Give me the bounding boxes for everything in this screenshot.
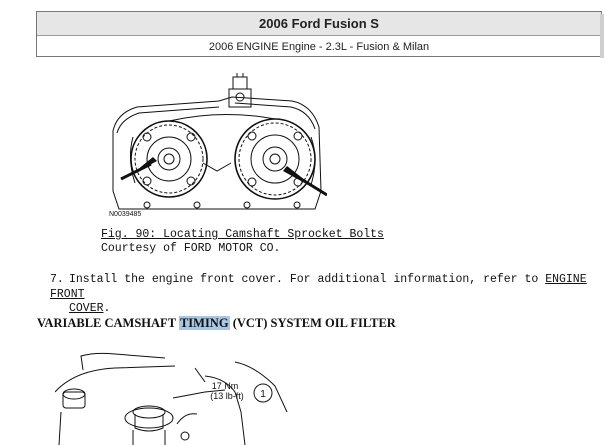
step-7: 7. Install the engine front cover. For ad… xyxy=(50,273,598,317)
section-heading: VARIABLE CAMSHAFT TIMING (VCT) SYSTEM OI… xyxy=(37,316,396,331)
step-text: Install the engine front cover. For addi… xyxy=(69,273,539,286)
torque-lbft: (13 lb-ft) xyxy=(210,391,244,401)
figure-caption: Fig. 90: Locating Camshaft Sprocket Bolt… xyxy=(101,228,384,256)
document-header: 2006 Ford Fusion S 2006 ENGINE Engine - … xyxy=(36,11,602,57)
figure-code: N0039485 xyxy=(109,211,141,218)
section-suffix: (VCT) SYSTEM OIL FILTER xyxy=(229,316,396,330)
search-highlight: TIMING xyxy=(178,316,230,330)
callout-number: 1 xyxy=(260,389,266,400)
step-number: 7. xyxy=(50,273,64,286)
section-prefix: VARIABLE CAMSHAFT xyxy=(37,316,179,330)
vct-oil-filter-illustration: 1 17 Nm (13 lb-ft) xyxy=(55,352,288,445)
figure-caption-title: Fig. 90: Locating Camshaft Sprocket Bolt… xyxy=(101,228,384,241)
header-shadow xyxy=(600,14,604,58)
camshaft-sprocket-illustration: N0039485 xyxy=(109,73,327,218)
step-end: . xyxy=(103,302,111,315)
document-subtitle: 2006 ENGINE Engine - 2.3L - Fusion & Mil… xyxy=(208,41,430,53)
engine-front-cover-link-cont[interactable]: COVER xyxy=(69,302,104,315)
torque-nm: 17 Nm xyxy=(212,381,239,391)
figure-credit: Courtesy of FORD MOTOR CO. xyxy=(101,242,281,255)
document-title: 2006 Ford Fusion S xyxy=(37,12,601,36)
